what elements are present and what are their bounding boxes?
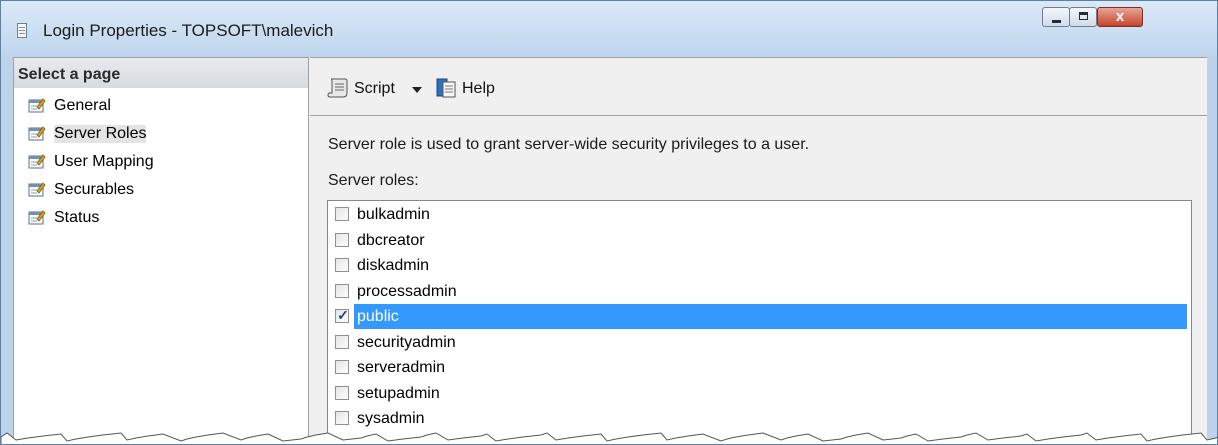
close-button[interactable]: x — [1097, 7, 1143, 27]
role-checkbox[interactable] — [335, 385, 349, 400]
role-checkbox[interactable] — [335, 232, 349, 247]
help-icon — [436, 78, 456, 98]
checkmark-icon: ✓ — [337, 307, 349, 323]
page-item-securables[interactable]: Securables — [26, 178, 296, 200]
help-button[interactable]: Help — [434, 76, 514, 100]
page-item-status[interactable]: Status — [26, 206, 296, 228]
page-wrench-icon — [28, 154, 46, 169]
role-name: processadmin — [357, 282, 457, 300]
minimize-icon — [1052, 20, 1061, 23]
role-name: setupadmin — [357, 384, 440, 402]
window-title: Login Properties - TOPSOFT\malevich — [43, 21, 334, 40]
role-row-diskadmin[interactable]: diskadmin — [328, 253, 1191, 278]
role-checkbox[interactable] — [335, 360, 349, 374]
window-icon — [17, 23, 27, 38]
page-item-label: User Mapping — [54, 153, 154, 170]
script-label: Script — [354, 80, 395, 97]
minimize-button[interactable] — [1042, 7, 1070, 27]
role-name: serveradmin — [357, 359, 446, 376]
script-button[interactable]: Script — [326, 76, 422, 100]
login-properties-window: Login Properties - TOPSOFT\malevich x Se… — [0, 0, 1218, 445]
script-dropdown-arrow-icon[interactable] — [412, 87, 422, 93]
role-row-public[interactable]: ✓ public — [328, 304, 1191, 329]
role-row-securityadmin[interactable]: securityadmin — [328, 330, 1191, 355]
maximize-button[interactable] — [1069, 7, 1097, 27]
role-name: diskadmin — [357, 257, 430, 274]
maximize-icon — [1079, 12, 1088, 20]
page-wrench-icon — [28, 126, 46, 141]
page-item-label: General — [54, 97, 111, 114]
select-page-pane: Select a page General Server Roles User Ma… — [13, 57, 309, 444]
role-name: dbcreator — [357, 231, 425, 249]
select-page-title: Select a page — [18, 66, 121, 83]
role-checkbox[interactable] — [335, 334, 349, 349]
close-icon: x — [1115, 8, 1125, 25]
page-item-label: Server Roles — [54, 125, 147, 143]
script-icon — [327, 78, 348, 98]
server-roles-list[interactable]: bulkadmin dbcreator diskadmin processadmin ✓… — [327, 200, 1192, 444]
role-checkbox[interactable] — [335, 258, 349, 272]
role-row-sysadmin[interactable]: sysadmin — [328, 406, 1191, 431]
role-name: sysadmin — [357, 410, 425, 427]
role-name: securityadmin — [357, 333, 456, 351]
torn-edge-decoration — [1, 432, 1217, 444]
page-item-user-mapping[interactable]: User Mapping — [26, 150, 296, 172]
role-checkbox[interactable]: ✓ — [335, 307, 349, 323]
role-row-bulkadmin[interactable]: bulkadmin — [328, 202, 1191, 227]
role-checkbox[interactable] — [335, 283, 349, 298]
role-row-dbcreator[interactable]: dbcreator — [328, 228, 1191, 253]
server-roles-label: Server roles: — [328, 172, 419, 189]
page-wrench-icon — [28, 182, 46, 197]
role-checkbox[interactable] — [335, 411, 349, 425]
page-item-label: Status — [54, 209, 100, 226]
dialog-client-area: Select a page General Server Roles User Ma… — [13, 57, 1207, 444]
page-wrench-icon — [28, 98, 46, 113]
role-checkbox[interactable] — [335, 207, 349, 221]
help-label: Help — [462, 80, 495, 97]
page-item-general[interactable]: General — [26, 94, 296, 116]
page-item-server-roles[interactable]: Server Roles — [26, 122, 296, 144]
title-bar[interactable]: Login Properties - TOPSOFT\malevich x — [1, 1, 1217, 56]
role-name: public — [354, 304, 1187, 329]
server-role-description: Server role is used to grant server-wide… — [328, 136, 810, 153]
content-pane: Script Help Server role is used to grant… — [310, 57, 1207, 444]
role-row-setupadmin[interactable]: setupadmin — [328, 381, 1191, 406]
role-name: bulkadmin — [357, 206, 430, 223]
select-page-header: Select a page — [14, 58, 308, 88]
page-item-label: Securables — [54, 181, 135, 198]
role-row-processadmin[interactable]: processadmin — [328, 279, 1191, 304]
page-wrench-icon — [28, 210, 46, 225]
role-row-serveradmin[interactable]: serveradmin — [328, 355, 1191, 380]
toolbar: Script Help — [310, 58, 1207, 116]
